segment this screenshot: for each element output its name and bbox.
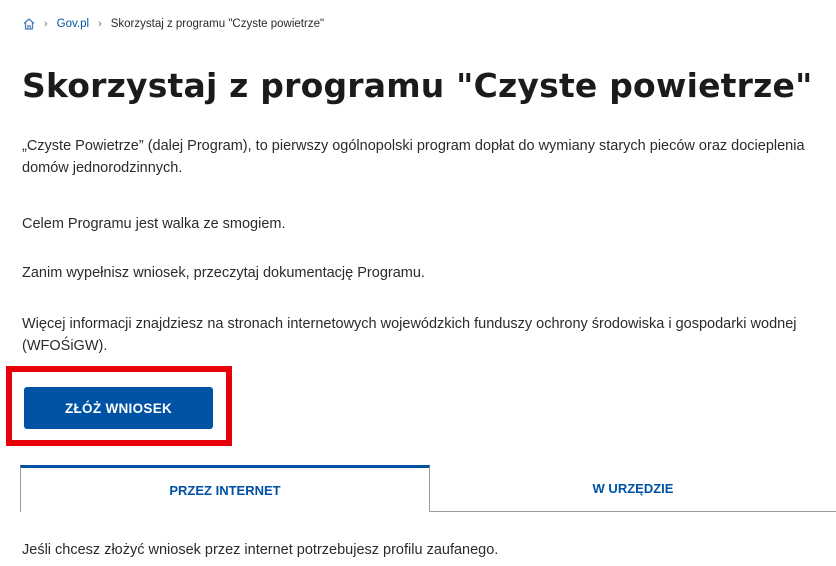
intro-paragraph: „Czyste Powietrze” (dalej Program), to p… — [22, 138, 805, 176]
apply-button[interactable]: ZŁÓŻ WNIOSEK — [24, 387, 213, 429]
tab-in-office[interactable]: W URZĘDZIE — [430, 465, 836, 512]
breadcrumb-link-govpl[interactable]: Gov.pl — [57, 18, 89, 30]
application-method-tabs: PRZEZ INTERNET W URZĘDZIE — [20, 465, 836, 512]
tab-content-text: Jeśli chcesz złożyć wniosek przez intern… — [22, 542, 499, 558]
home-icon[interactable] — [22, 17, 36, 31]
chevron-right-icon: › — [98, 18, 102, 30]
documentation-paragraph: Zanim wypełnisz wniosek, przeczytaj doku… — [22, 265, 425, 281]
breadcrumb: › Gov.pl › Skorzystaj z programu "Czyste… — [22, 12, 324, 36]
more-info-paragraph: Więcej informacji znajdziesz na stronach… — [22, 316, 797, 354]
page-title: Skorzystaj z programu "Czyste powietrze" — [22, 66, 813, 105]
breadcrumb-current: Skorzystaj z programu "Czyste powietrze" — [110, 18, 325, 30]
chevron-right-icon: › — [44, 18, 48, 30]
goal-paragraph: Celem Programu jest walka ze smogiem. — [22, 216, 286, 232]
tab-online[interactable]: PRZEZ INTERNET — [20, 465, 430, 512]
